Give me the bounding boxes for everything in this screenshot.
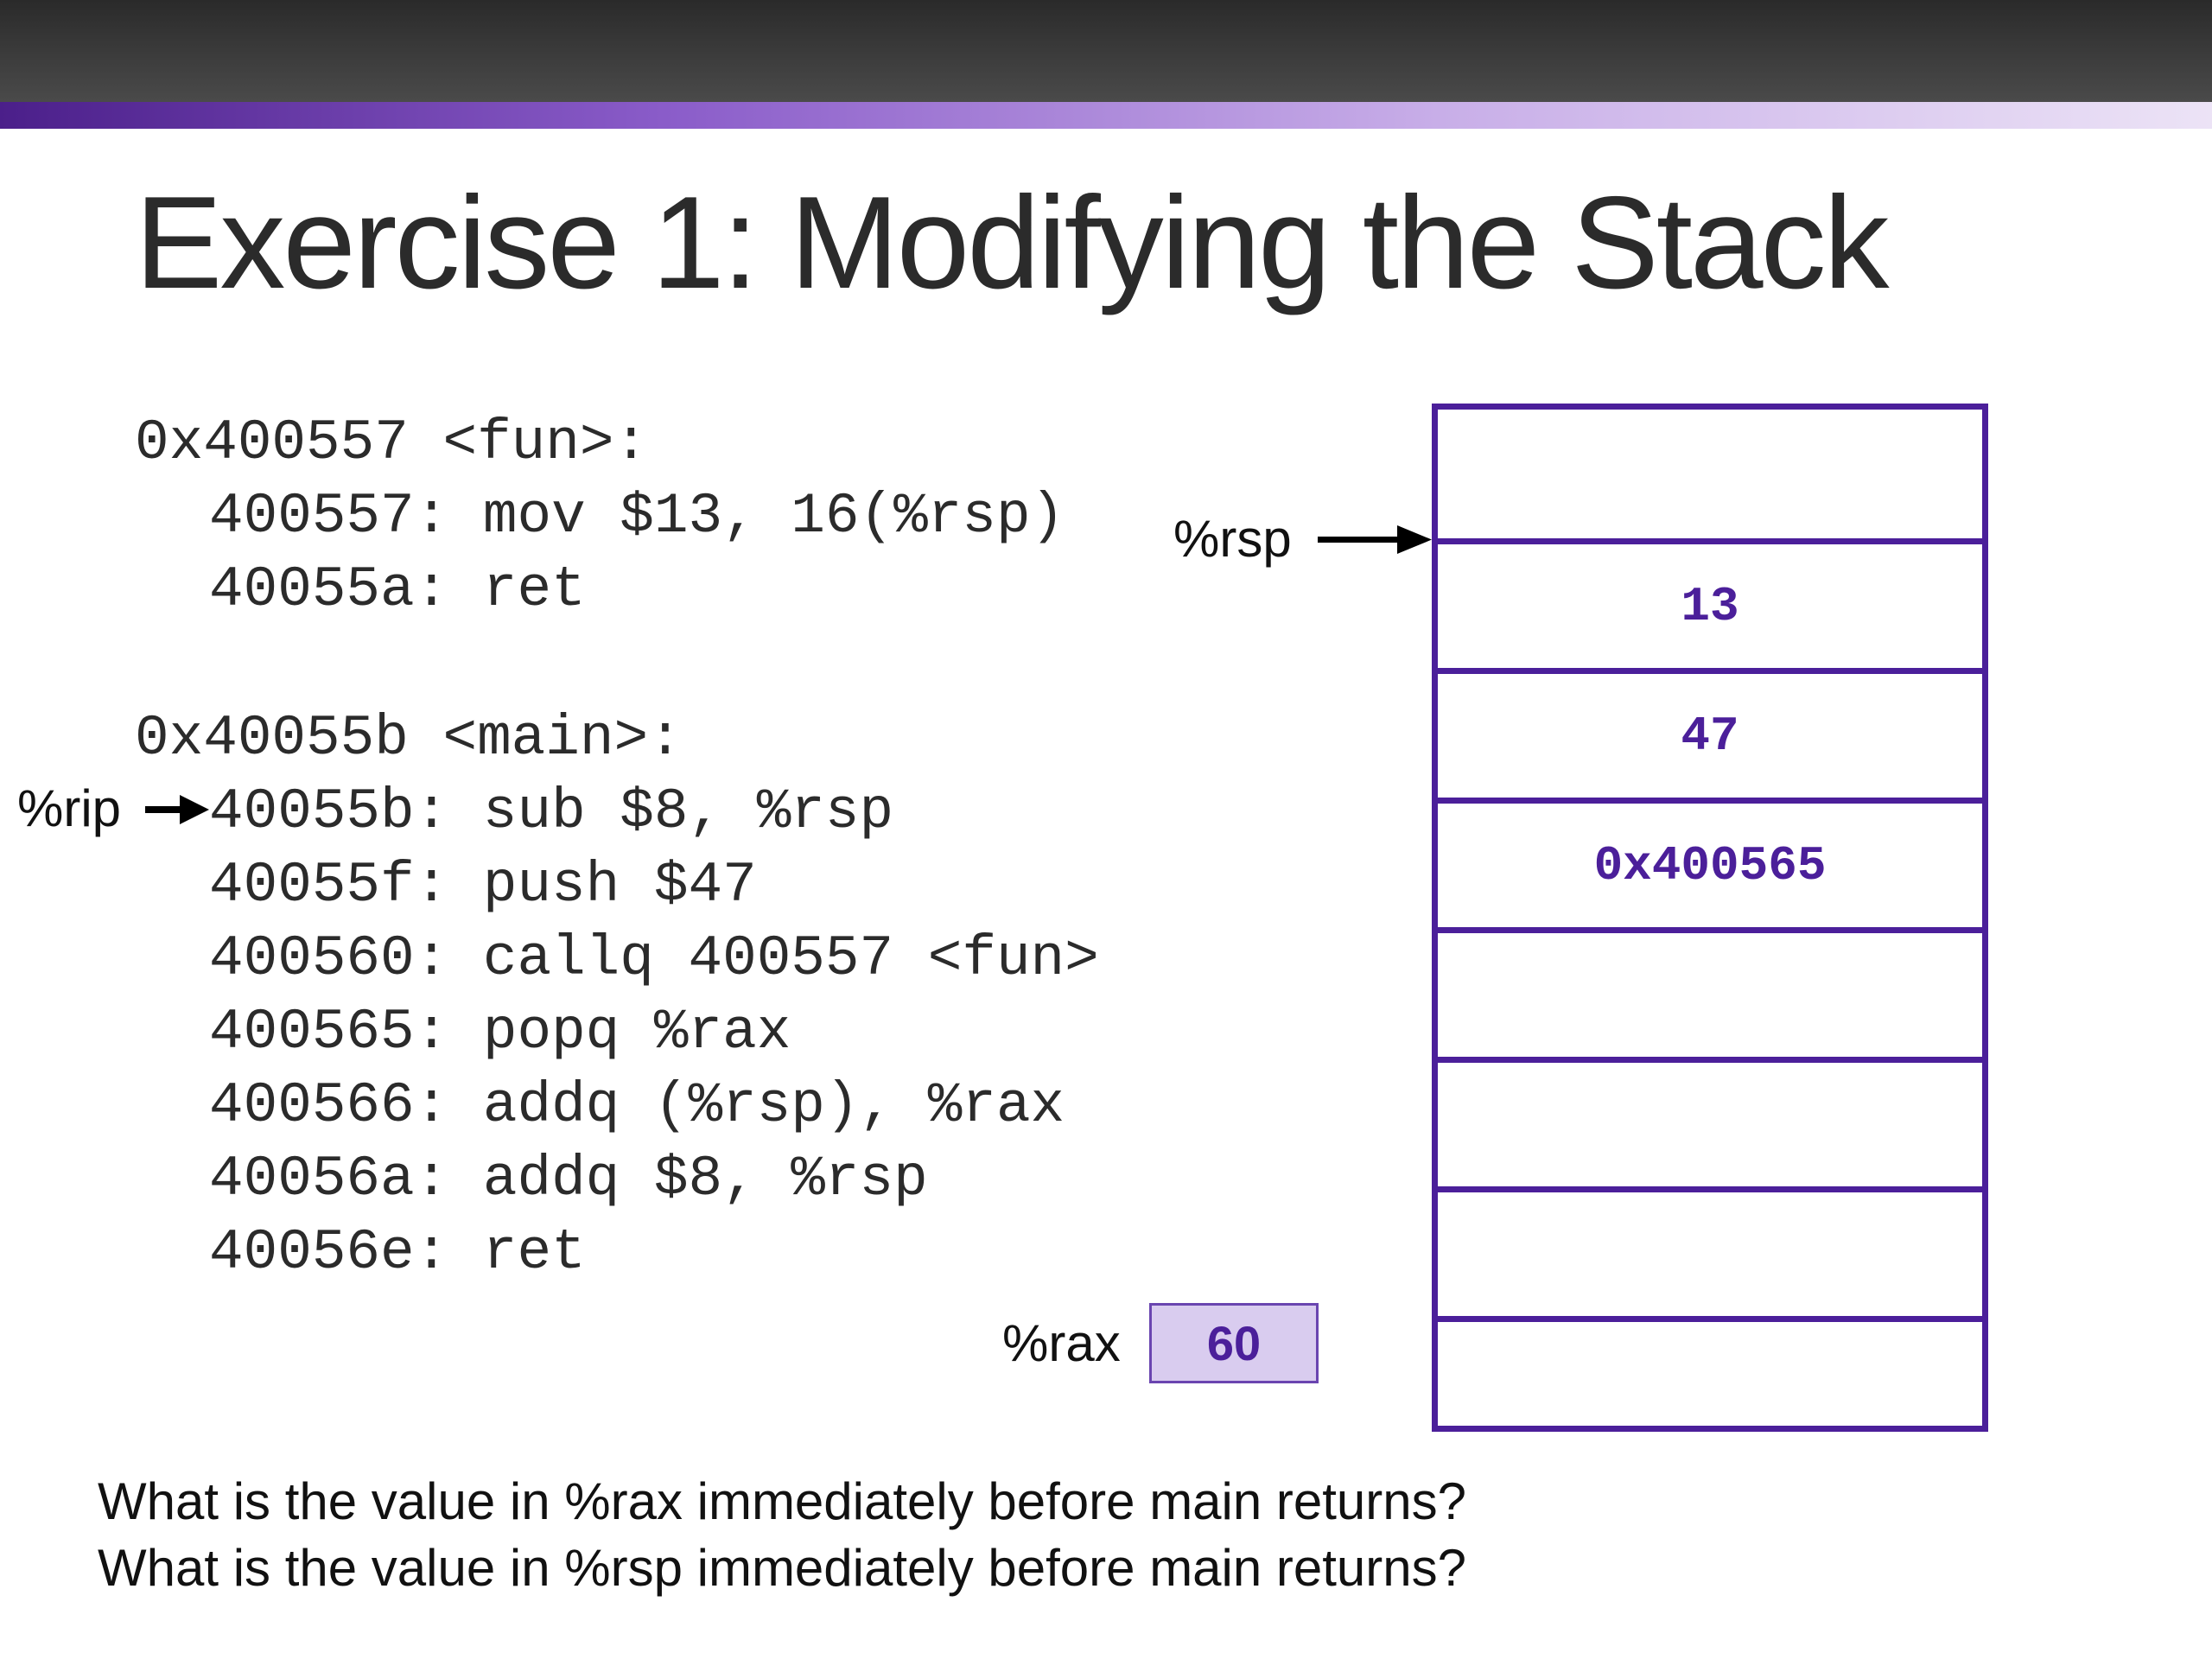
stack-diagram: 13 47 0x400565 (1432, 404, 1988, 1432)
fun-line-1: 400557: mov $13, 16(%rsp) (209, 484, 1065, 549)
question-2: What is the value in %rsp immediately be… (98, 1539, 1467, 1597)
stack-divider (1438, 798, 1982, 804)
slide-top-bar (0, 0, 2212, 102)
stack-cell-8 (1438, 1322, 1982, 1426)
stack-cell-5 (1438, 933, 1982, 1057)
main-line-3: 400560: callq 400557 <fun> (209, 926, 1099, 991)
stack-divider (1438, 538, 1982, 544)
rip-arrow-icon (145, 795, 209, 824)
stack-cell-3: 47 (1681, 708, 1739, 764)
stack-divider (1438, 1186, 1982, 1192)
slide-accent-bar (0, 102, 2212, 129)
main-line-6: 40056a: addq $8, %rsp (209, 1147, 928, 1211)
main-line-7: 40056e: ret (209, 1220, 586, 1285)
question-1: What is the value in %rax immediately be… (98, 1472, 1467, 1530)
main-header: 0x40055b <main>: (135, 706, 683, 771)
stack-cell-1 (1438, 410, 1982, 538)
main-line-1: 40055b: sub $8, %rsp (209, 779, 894, 844)
stack-divider (1438, 1316, 1982, 1322)
main-line-5: 400566: addq (%rsp), %rax (209, 1073, 1065, 1138)
stack-divider (1438, 1057, 1982, 1063)
slide-title: Exercise 1: Modifying the Stack (135, 169, 1890, 316)
rsp-arrow-icon (1318, 525, 1432, 554)
fun-line-2: 40055a: ret (209, 557, 586, 622)
stack-divider (1438, 668, 1982, 674)
stack-cell-2: 13 (1681, 578, 1739, 634)
rip-label: %rip (17, 779, 122, 837)
stack-divider (1438, 927, 1982, 933)
rsp-label: %rsp (1173, 510, 1292, 568)
fun-header: 0x400557 <fun>: (135, 410, 649, 475)
stack-cell-6 (1438, 1063, 1982, 1186)
main-line-4: 400565: popq %rax (209, 1000, 791, 1065)
stack-cell-7 (1438, 1192, 1982, 1316)
rax-value-box: 60 (1149, 1303, 1319, 1383)
stack-cell-4: 0x400565 (1593, 837, 1827, 893)
main-line-2: 40055f: push $47 (209, 853, 757, 918)
rax-label: %rax (1002, 1314, 1121, 1372)
